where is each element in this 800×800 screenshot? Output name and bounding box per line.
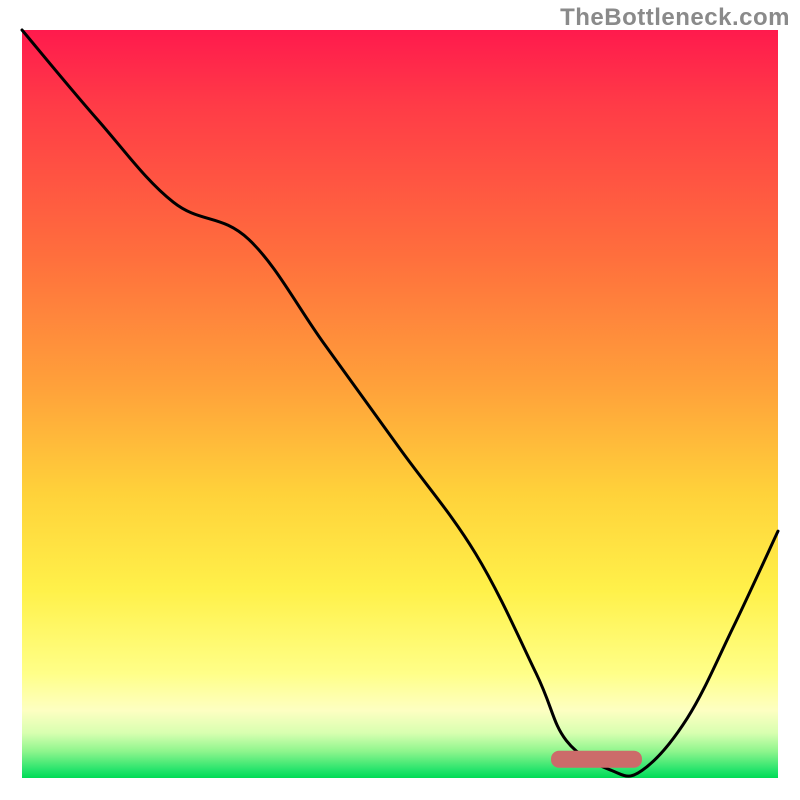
stage: TheBottleneck.com [0,0,800,800]
bottleneck-chart [22,30,778,778]
optimal-marker [551,751,642,767]
curve-layer [22,30,778,778]
watermark-text: TheBottleneck.com [560,4,790,32]
bottleneck-curve [22,30,778,776]
